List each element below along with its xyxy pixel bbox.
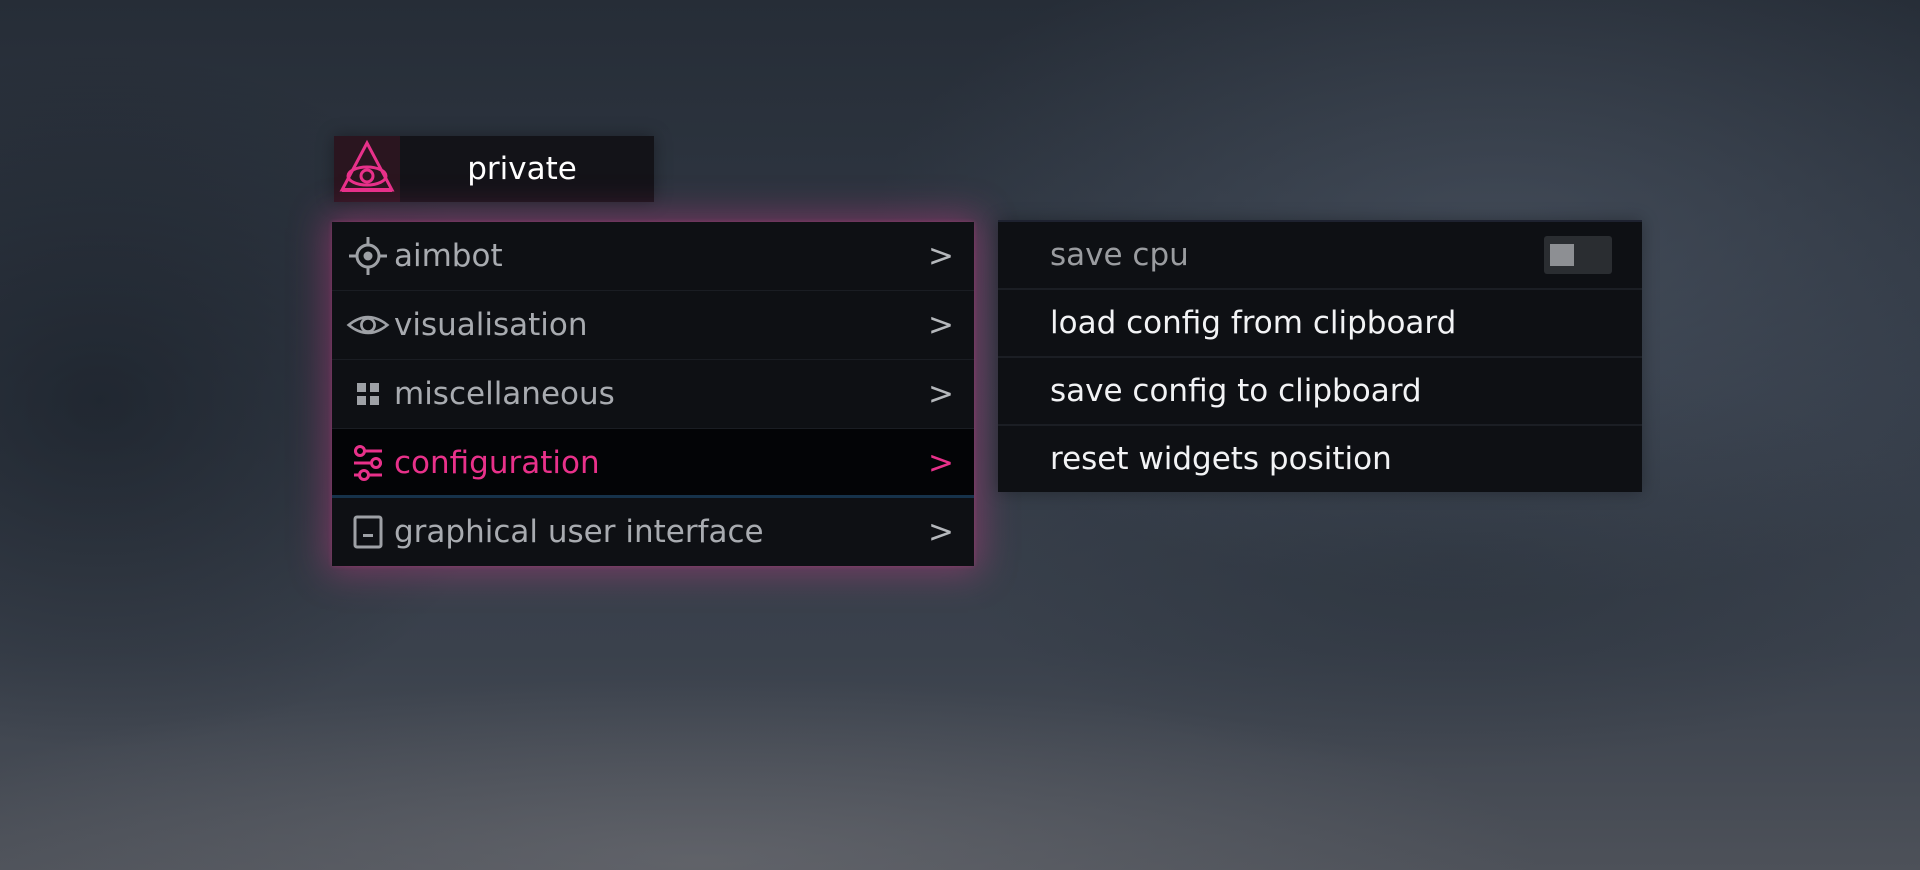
- menu-item-configuration[interactable]: configuration >: [332, 429, 974, 498]
- save-cpu-option[interactable]: save cpu: [998, 222, 1642, 290]
- eye-icon: [346, 303, 390, 347]
- menu-item-graphical-user-interface[interactable]: graphical user interface >: [332, 498, 974, 566]
- chevron-right-icon: >: [928, 376, 954, 412]
- load-config-button[interactable]: load config from clipboard: [998, 290, 1642, 358]
- reset-widgets-label: reset widgets position: [1050, 441, 1392, 477]
- menu-item-miscellaneous[interactable]: miscellaneous >: [332, 360, 974, 429]
- toggle-knob: [1550, 244, 1574, 266]
- sliders-icon: [346, 441, 390, 485]
- menu-item-label: visualisation: [394, 307, 588, 343]
- menu-title-bar[interactable]: private: [334, 136, 654, 202]
- save-config-button[interactable]: save config to clipboard: [998, 358, 1642, 426]
- menu-item-aimbot[interactable]: aimbot >: [332, 222, 974, 291]
- chevron-right-icon: >: [928, 514, 954, 550]
- logo: [334, 136, 400, 202]
- chevron-right-icon: >: [928, 307, 954, 343]
- save-cpu-label: save cpu: [1050, 237, 1189, 273]
- menu-title: private: [467, 151, 577, 187]
- chevron-right-icon: >: [928, 238, 954, 274]
- load-config-label: load config from clipboard: [1050, 305, 1457, 341]
- menu-item-label: configuration: [394, 445, 600, 481]
- configuration-submenu: save cpu load config from clipboard save…: [998, 220, 1642, 492]
- grid-icon: [346, 372, 390, 416]
- menu-item-label: aimbot: [394, 238, 503, 274]
- crosshair-icon: [346, 234, 390, 278]
- all-seeing-eye-triangle-icon: [338, 138, 396, 200]
- window-icon: [346, 510, 390, 554]
- menu-item-label: graphical user interface: [394, 514, 764, 550]
- chevron-right-icon: >: [928, 445, 954, 481]
- reset-widgets-button[interactable]: reset widgets position: [998, 426, 1642, 492]
- main-menu: aimbot > visualisation > miscellaneous >: [332, 222, 974, 566]
- save-cpu-toggle[interactable]: [1544, 236, 1612, 274]
- save-config-label: save config to clipboard: [1050, 373, 1422, 409]
- menu-item-label: miscellaneous: [394, 376, 615, 412]
- menu-item-visualisation[interactable]: visualisation >: [332, 291, 974, 360]
